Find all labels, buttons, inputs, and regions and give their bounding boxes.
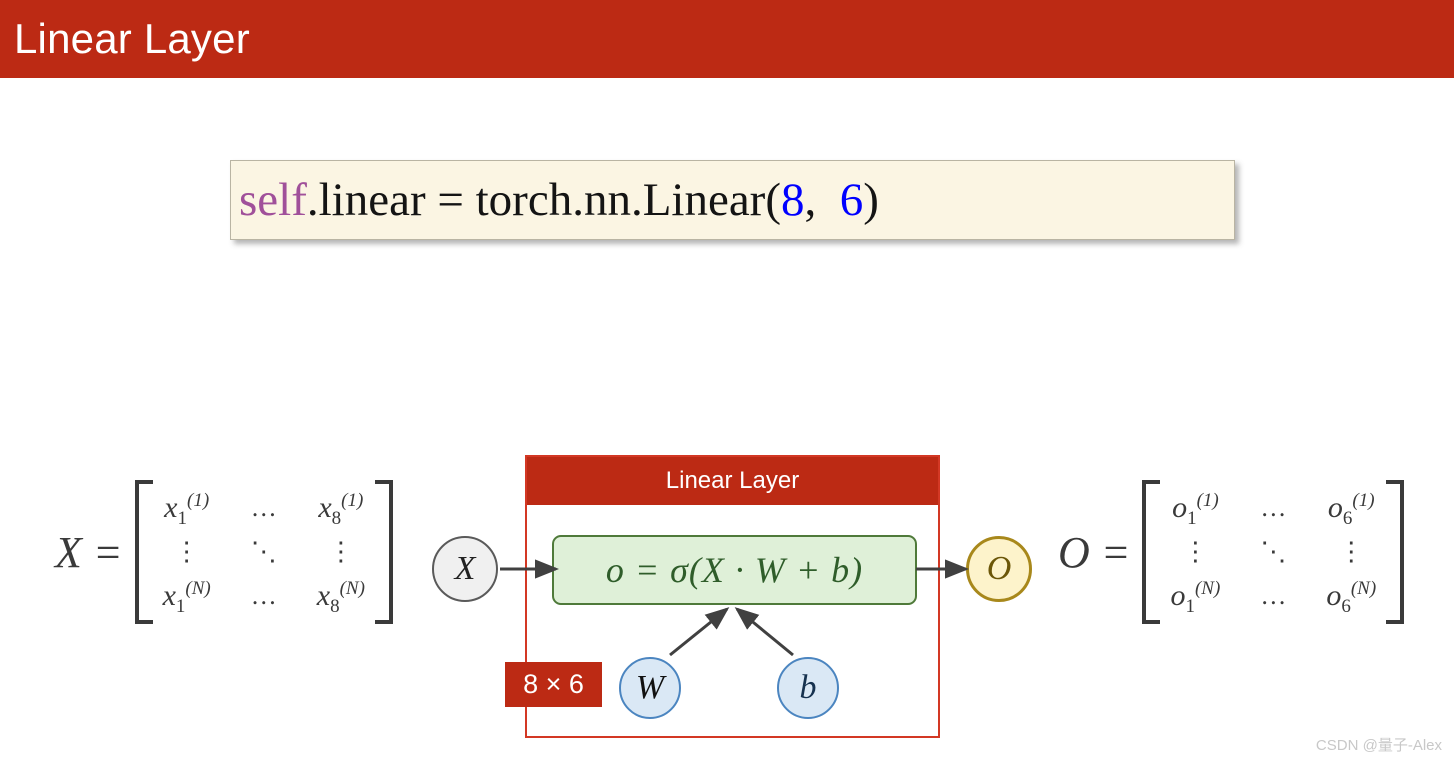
matrix-cell: x1(N) bbox=[162, 578, 211, 617]
shape-badge: 8 × 6 bbox=[505, 662, 602, 707]
matrix-cell: o1(N) bbox=[1170, 578, 1221, 617]
matrix-cell: x8(N) bbox=[316, 578, 365, 617]
matrix-ellipsis: … bbox=[250, 581, 277, 610]
input-matrix-label: X = bbox=[55, 527, 123, 577]
bias-node-b: b bbox=[777, 657, 839, 719]
bracket-left bbox=[134, 480, 153, 624]
code-token-self: self bbox=[239, 174, 307, 226]
output-matrix-label: O = bbox=[1058, 527, 1131, 577]
matrix-ellipsis: … bbox=[1260, 493, 1287, 522]
output-matrix-grid: o1(1) … o6(1) ⋮ ⋱ ⋮ o1(N) … o6(N) bbox=[1160, 480, 1386, 624]
code-snippet-text: self.linear = torch.nn.Linear(8, 6) bbox=[231, 174, 879, 226]
input-matrix-x: X = x1(1) … x8(1) ⋮ ⋱ ⋮ x1(N) … x8(N) bbox=[55, 480, 393, 624]
linear-layer-diagram-box: Linear Layer o = σ(X · W + b) W b 8 × 6 bbox=[505, 455, 940, 738]
matrix-ddots: ⋱ bbox=[1260, 537, 1287, 566]
matrix-cell: o1(1) bbox=[1172, 490, 1219, 529]
matrix-vdots: ⋮ bbox=[1182, 537, 1209, 566]
linear-layer-box-title: Linear Layer bbox=[527, 457, 938, 505]
matrix-cell: o6(N) bbox=[1326, 578, 1377, 617]
page-title: Linear Layer bbox=[14, 15, 250, 62]
matrix-vdots: ⋮ bbox=[1338, 537, 1365, 566]
input-node-label: X bbox=[454, 550, 476, 587]
bias-node-label: b bbox=[799, 669, 817, 706]
bracket-right bbox=[1386, 480, 1405, 624]
matrix-ellipsis: … bbox=[1260, 581, 1287, 610]
matrix-cell: x1(1) bbox=[164, 490, 210, 529]
matrix-vdots: ⋮ bbox=[327, 537, 354, 566]
code-snippet-block: self.linear = torch.nn.Linear(8, 6) bbox=[230, 160, 1235, 240]
bracket-right bbox=[374, 480, 393, 624]
output-node-label: O bbox=[986, 550, 1012, 587]
weight-node-label: W bbox=[635, 669, 665, 706]
matrix-ellipsis: … bbox=[250, 493, 277, 522]
input-matrix-grid: x1(1) … x8(1) ⋮ ⋱ ⋮ x1(N) … x8(N) bbox=[153, 480, 375, 624]
code-token-out-features: 6 bbox=[839, 174, 864, 226]
output-matrix-o: O = o1(1) … o6(1) ⋮ ⋱ ⋮ o1(N) … o6(N) bbox=[1058, 480, 1405, 624]
formula-text: o = σ(X · W + b) bbox=[605, 550, 864, 590]
code-token-in-features: 8 bbox=[780, 174, 805, 226]
matrix-cell: x8(1) bbox=[318, 490, 364, 529]
slide-header-bar: Linear Layer bbox=[0, 0, 1454, 78]
input-node-x: X bbox=[432, 536, 498, 602]
matrix-ddots: ⋱ bbox=[250, 537, 277, 566]
code-token-separator: , bbox=[804, 174, 840, 226]
weight-node-w: W bbox=[619, 657, 681, 719]
formula-box: o = σ(X · W + b) bbox=[552, 535, 917, 605]
watermark-text: CSDN @量子-Alex bbox=[1315, 737, 1442, 754]
output-node-o: O bbox=[966, 536, 1032, 602]
code-token-close-paren: ) bbox=[863, 174, 879, 226]
bracket-left bbox=[1142, 480, 1161, 624]
matrix-vdots: ⋮ bbox=[173, 537, 200, 566]
code-token-expression: .linear = torch.nn.Linear( bbox=[306, 174, 781, 226]
matrix-cell: o6(1) bbox=[1327, 490, 1375, 529]
